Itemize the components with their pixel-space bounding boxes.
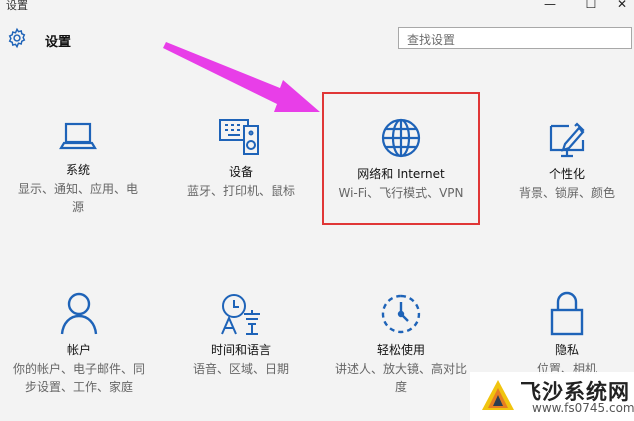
tile-label: 设备 (228, 165, 253, 179)
time-language-icon (221, 294, 260, 335)
close-button[interactable]: ✕ (612, 0, 632, 12)
tile-desc: 背景、锁屏、颜色 (518, 186, 615, 200)
tile-devices[interactable]: 设备 蓝牙、打印机、鼠标 (166, 114, 316, 200)
tile-label: 网络和 Internet (357, 167, 445, 181)
globe-icon (381, 118, 421, 158)
tile-label: 隐私 (554, 343, 579, 357)
tile-privacy[interactable]: 隐私 位置、相机 (492, 290, 634, 378)
watermark: 飞沙系统网 www.fs0745.com (470, 372, 634, 421)
minimize-button[interactable]: — (540, 0, 560, 12)
tile-desc: 显示、通知、应用、电源 (17, 182, 138, 214)
tile-accounts[interactable]: 帐户 你的帐户、电子邮件、同步设置、工作、家庭 (4, 290, 154, 396)
personalize-icon (549, 122, 585, 158)
laptop-icon (59, 122, 97, 150)
watermark-url: www.fs0745.com (532, 401, 634, 415)
tile-label: 个性化 (548, 167, 585, 181)
maximize-button[interactable]: ☐ (581, 0, 601, 12)
tile-label: 时间和语言 (210, 343, 271, 357)
tile-time-language[interactable]: 时间和语言 语音、区域、日期 (166, 292, 316, 378)
site-logo-icon (482, 380, 514, 410)
search-input[interactable]: 查找设置 (398, 27, 632, 49)
gear-icon (8, 27, 26, 49)
window-title: 设置 (6, 0, 28, 12)
tile-network[interactable]: 网络和 Internet Wi-Fi、飞行模式、VPN (326, 116, 476, 202)
title-bar: 设置 — ☐ ✕ (0, 0, 634, 14)
devices-icon (219, 119, 259, 155)
tile-label: 系统 (65, 163, 90, 177)
tile-desc: 讲述人、放大镜、高对比度 (334, 362, 467, 394)
tile-desc: 蓝牙、打印机、鼠标 (186, 184, 295, 198)
tile-ease-of-access[interactable]: 轻松使用 讲述人、放大镜、高对比度 (326, 292, 476, 396)
person-icon (60, 292, 98, 335)
ease-of-access-icon (381, 294, 421, 334)
lock-icon (550, 291, 584, 336)
tile-label: 帐户 (66, 343, 91, 357)
tile-label: 轻松使用 (376, 343, 425, 357)
tile-desc: 你的帐户、电子邮件、同步设置、工作、家庭 (12, 362, 145, 394)
page-title: 设置 (45, 35, 72, 50)
tile-personalization[interactable]: 个性化 背景、锁屏、颜色 (492, 120, 634, 202)
search-placeholder: 查找设置 (407, 33, 456, 47)
annotation-arrow (163, 42, 320, 112)
tile-desc: 语音、区域、日期 (192, 362, 289, 376)
tile-system[interactable]: 系统 显示、通知、应用、电源 (4, 120, 152, 216)
tile-desc: Wi-Fi、飞行模式、VPN (338, 186, 464, 200)
